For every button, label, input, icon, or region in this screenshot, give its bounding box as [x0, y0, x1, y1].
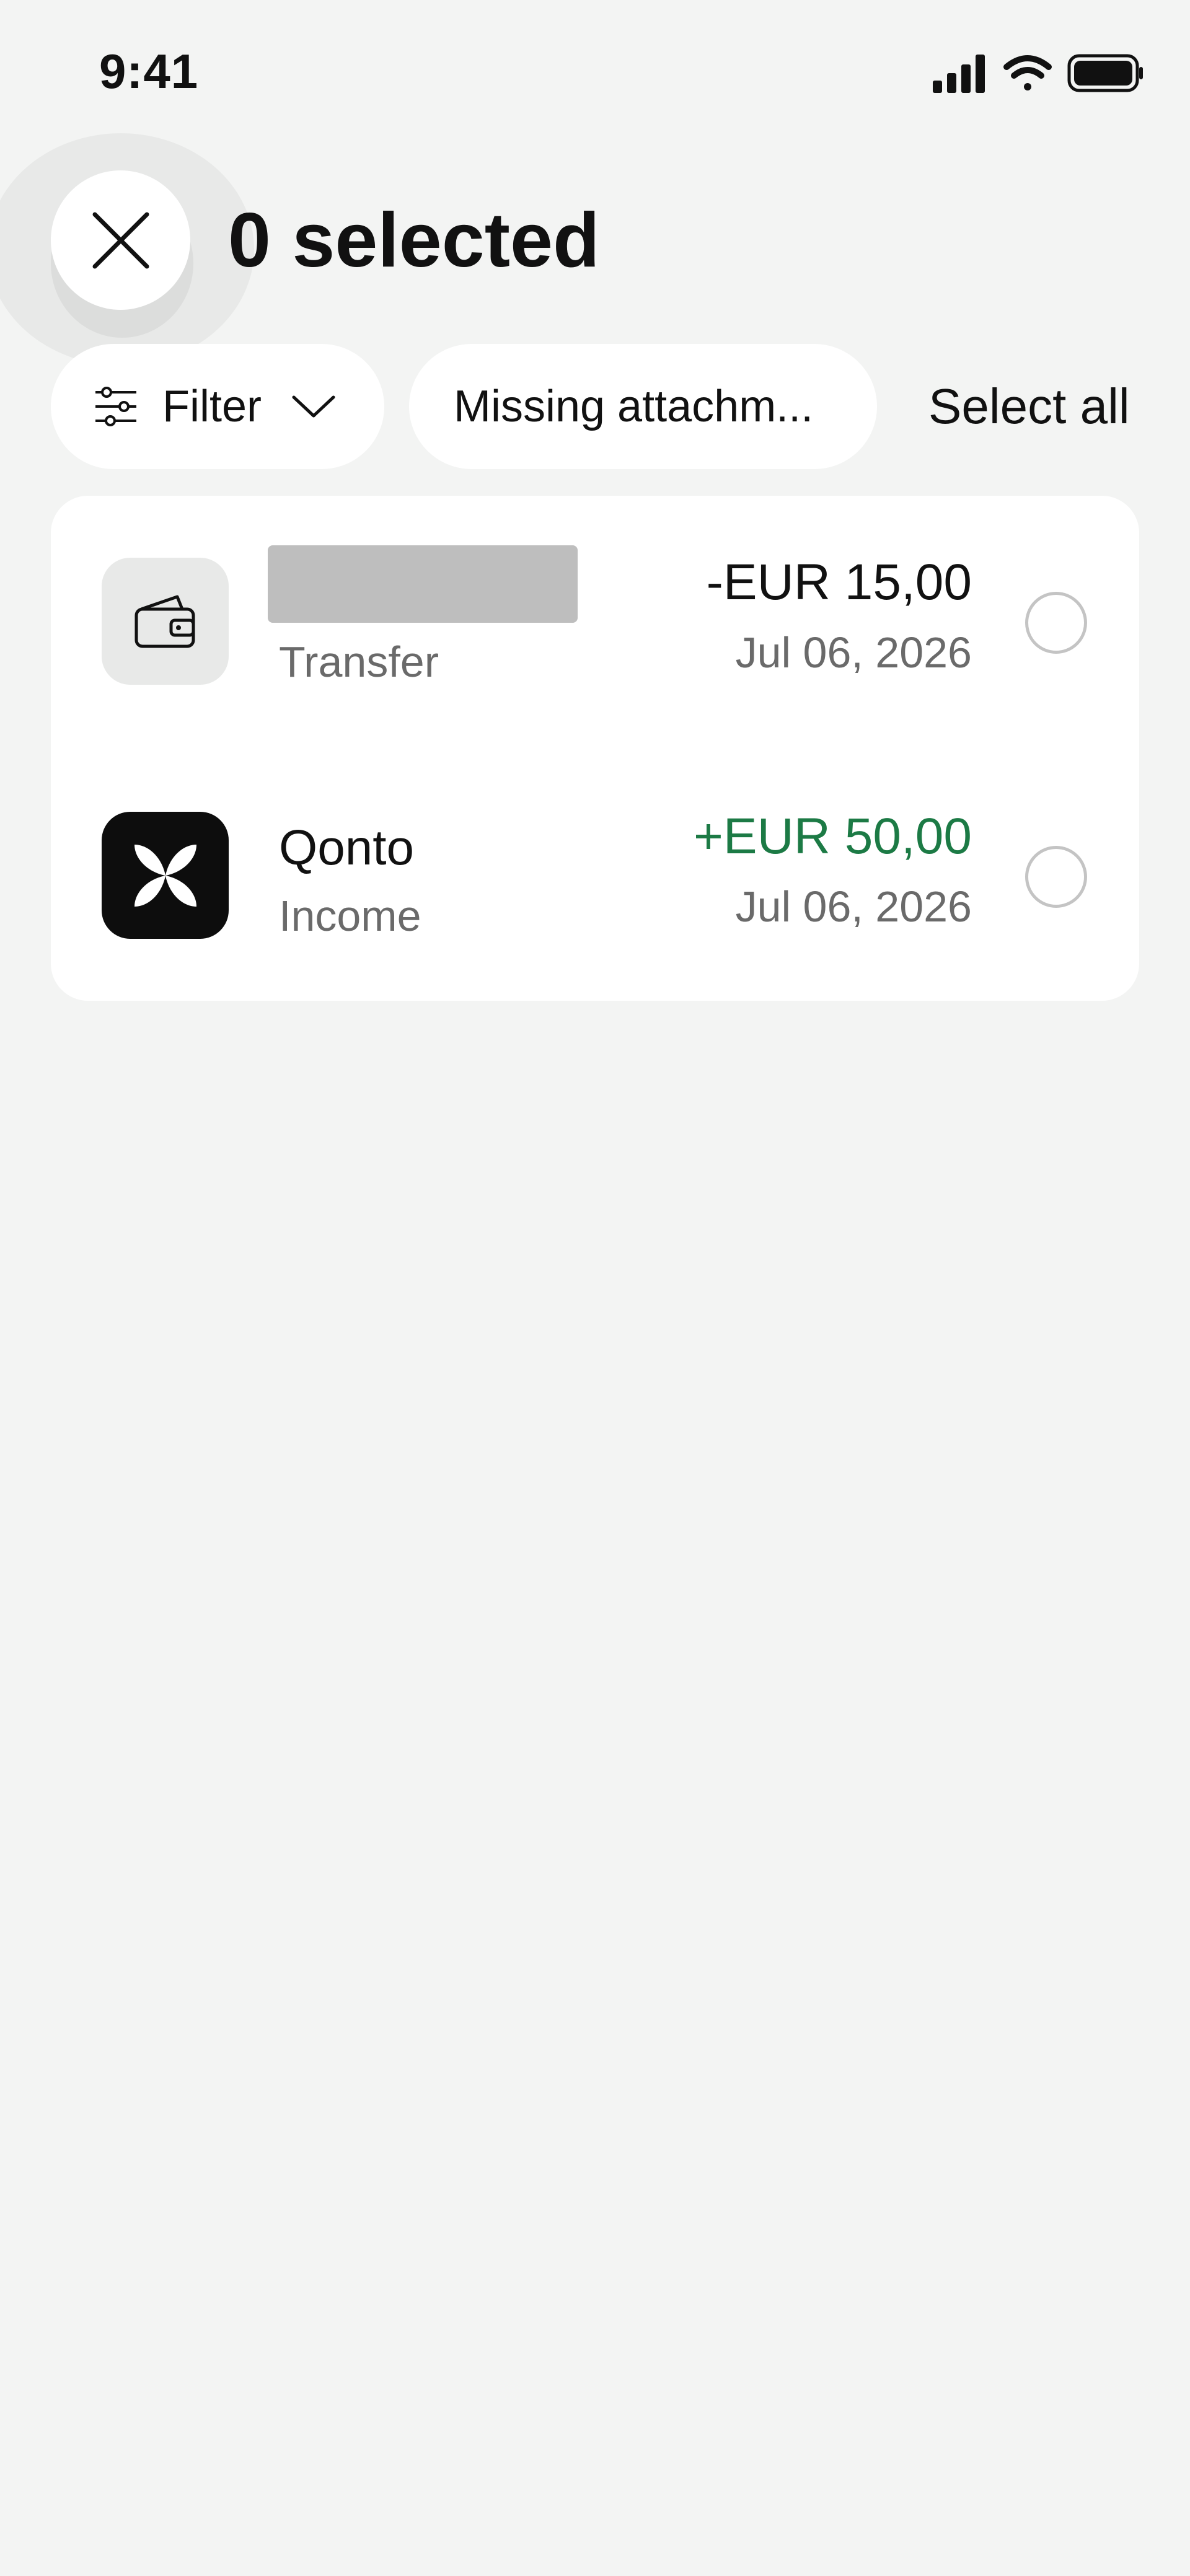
page-title: 0 selected	[228, 198, 600, 283]
transaction-avatar	[102, 812, 229, 939]
status-icons	[933, 54, 1143, 93]
list-item[interactable]: Qonto Income +EUR 50,00 Jul 06, 2026	[51, 750, 1139, 998]
wifi-icon	[1003, 55, 1052, 90]
screen: 9:41 0 selected Filter Missing attachm..…	[0, 0, 1190, 2576]
transaction-avatar	[102, 558, 229, 685]
select-all-button[interactable]: Select all	[928, 378, 1130, 435]
close-button[interactable]	[51, 170, 190, 310]
transaction-amount: -EUR 15,00	[706, 554, 972, 610]
list-item[interactable]: Transfer -EUR 15,00 Jul 06, 2026	[51, 496, 1139, 744]
select-radio[interactable]	[1025, 592, 1087, 654]
battery-icon	[1067, 54, 1143, 92]
filter-chip-label: Filter	[162, 382, 262, 431]
close-icon	[92, 212, 149, 268]
cellular-signal-icon	[933, 55, 985, 93]
transaction-type: Transfer	[279, 638, 439, 686]
missing-attachments-chip[interactable]: Missing attachm...	[409, 344, 877, 469]
transaction-amount: +EUR 50,00	[694, 808, 972, 864]
counterparty-name: Qonto	[279, 820, 414, 875]
filter-chip[interactable]: Filter	[51, 344, 384, 469]
chevron-down-icon	[292, 395, 335, 418]
select-radio[interactable]	[1025, 846, 1087, 908]
transaction-date: Jul 06, 2026	[735, 882, 972, 931]
qonto-logo-icon	[134, 844, 196, 907]
wallet-icon	[134, 595, 195, 648]
sliders-icon	[95, 387, 136, 426]
transactions-card: Transfer -EUR 15,00 Jul 06, 2026 Qonto I…	[51, 496, 1139, 1001]
transaction-type: Income	[279, 892, 421, 940]
status-time: 9:41	[99, 44, 199, 99]
redacted-counterparty-name	[268, 545, 578, 623]
transaction-date: Jul 06, 2026	[735, 628, 972, 677]
missing-attachments-label: Missing attachm...	[454, 382, 814, 431]
